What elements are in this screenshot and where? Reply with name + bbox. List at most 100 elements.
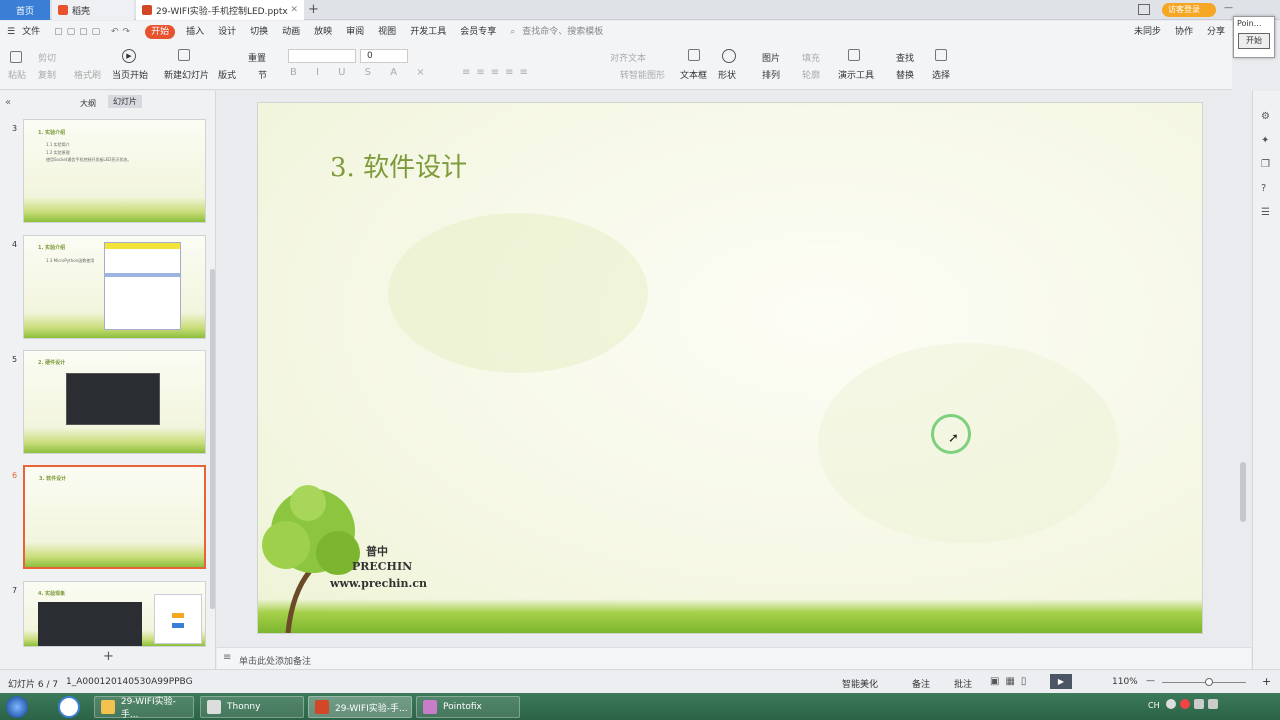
minimize-button[interactable]: — [1224,3,1233,13]
menu-insert[interactable]: 插入 [179,21,211,43]
input-language[interactable]: CH [1148,701,1160,710]
zoom-level[interactable]: 110% [1112,677,1138,687]
play-from-current-button[interactable]: 当页开始 [112,68,148,81]
align-text-button[interactable]: 对齐文本 [610,51,646,64]
slide-thumbnail[interactable]: 2. 硬件设计 [23,350,206,454]
copy-button[interactable]: 复制 [38,68,56,81]
tab-slides[interactable]: 幻灯片 [108,95,142,108]
format-painter-button[interactable]: 格式刷 [74,68,101,81]
notes-toggle-button[interactable]: 备注 [912,677,930,690]
tray-icon[interactable] [1166,699,1176,709]
new-slide-icon[interactable] [178,49,190,61]
font-size-select[interactable]: 0 [360,49,408,63]
slide-title[interactable]: 3. 软件设计 [330,147,467,184]
animation-icon[interactable]: ✦ [1261,135,1269,146]
add-slide-button[interactable]: + [103,649,114,664]
menu-slideshow[interactable]: 放映 [307,21,339,43]
find-button[interactable]: 查找 [896,51,914,64]
taskbar-thonny[interactable]: Thonny [200,696,304,718]
comments-button[interactable]: 批注 [954,677,972,690]
share-button[interactable]: 分享 [1200,21,1232,43]
slide-thumbnail-selected[interactable]: 3. 软件设计 [23,465,206,569]
cut-button[interactable]: 剪切 [38,51,56,64]
current-slide[interactable]: 3. 软件设计 普中 PRECHIN www.prechin.cn ➚ [257,102,1203,634]
picture-button[interactable]: 图片 [762,51,780,64]
presenter-tools-button[interactable]: 演示工具 [838,68,874,81]
properties-icon[interactable]: ⚙ [1261,111,1270,122]
slide-thumbnail[interactable]: 4. 实验现象 [23,581,206,647]
smart-graphic-button[interactable]: 转智能图形 [620,68,665,81]
tab-document[interactable]: 29-WIFI实验-手机控制LED.pptx ✕ [136,0,304,20]
search-icon[interactable]: ⌕ [503,21,522,43]
collapse-panel-icon[interactable]: « [5,97,11,108]
arrange-button[interactable]: 排列 [762,68,780,81]
network-icon[interactable] [1194,699,1204,709]
select-button[interactable]: 选择 [932,68,950,81]
zoom-out-button[interactable]: — [1146,676,1155,686]
taskbar-pointofix[interactable]: Pointofix [416,696,520,718]
help-icon[interactable]: ? [1261,183,1266,194]
close-tab-icon[interactable]: ✕ [290,5,298,15]
taskbar-wps[interactable]: 29-WIFI实验-手... [308,696,412,718]
tab-daoke[interactable]: 稻壳 [52,0,134,20]
layout-button[interactable]: 版式 [218,68,236,81]
menu-file[interactable]: 文件 [22,21,47,43]
font-style-buttons[interactable]: B I U S A × [290,67,433,78]
menu-member[interactable]: 会员专享 [453,21,503,43]
slideshow-play-button[interactable]: ▶ [1050,674,1072,689]
menu-view[interactable]: 视图 [371,21,403,43]
tab-home[interactable]: 首页 [0,0,50,20]
zoom-slider[interactable] [1162,682,1246,683]
textbox-icon[interactable] [688,49,700,61]
add-tab-button[interactable]: + [308,2,319,17]
menu-design[interactable]: 设计 [211,21,243,43]
section-button[interactable]: 节 [258,68,267,81]
text-box-button[interactable]: 文本框 [680,68,707,81]
font-name-select[interactable] [288,49,356,63]
guest-login-button[interactable]: 访客登录 [1162,3,1216,17]
paste-icon[interactable] [10,51,22,63]
sync-status[interactable]: 未同步 [1127,21,1168,43]
hamburger-icon[interactable]: ☰ [0,21,22,43]
collab-button[interactable]: 协作 [1168,21,1200,43]
play-icon[interactable]: ▶ [122,49,136,63]
settings-icon[interactable]: ☰ [1261,207,1270,218]
menu-transition[interactable]: 切换 [243,21,275,43]
slide-thumbnail[interactable]: 1. 实验介绍 1.1 实验简介 1.2 实验原理 使用Socket通信手机控制… [23,119,206,223]
command-search[interactable]: 查找命令、搜索模板 [522,21,610,43]
volume-icon[interactable] [1208,699,1218,709]
tray-icon[interactable] [1180,699,1190,709]
menu-home[interactable]: 开始 [145,25,176,39]
slide-thumbnail[interactable]: 1. 实验介绍 1.3 MicroPython函数使用 [23,235,206,339]
outline-button[interactable]: 轮廓 [802,68,820,81]
shape-icon[interactable] [722,49,736,63]
menu-developer[interactable]: 开发工具 [403,21,453,43]
paste-button[interactable]: 粘贴 [8,68,26,81]
layout-icon[interactable] [1138,4,1150,15]
pointofix-start-button[interactable]: 开始 [1238,33,1270,49]
menu-review[interactable]: 审阅 [339,21,371,43]
taskbar-folder[interactable]: 29-WIFI实验-手... [94,696,194,720]
notes-area[interactable]: ≡ 单击此处添加备注 [217,647,1251,669]
panel-scrollbar[interactable] [210,269,215,609]
canvas-scrollbar[interactable] [1240,100,1248,640]
windows-start-button[interactable] [6,696,28,718]
presenter-tools-icon[interactable] [848,49,860,61]
tab-outline[interactable]: 大纲 [80,98,96,109]
menu-animation[interactable]: 动画 [275,21,307,43]
smart-beautify-button[interactable]: 智能美化 [842,677,878,690]
replace-button[interactable]: 替换 [896,68,914,81]
zoom-slider-thumb[interactable] [1205,678,1213,686]
fill-button[interactable]: 填充 [802,51,820,64]
view-mode-buttons[interactable]: ▣▦▯ [990,676,1032,687]
browser-icon[interactable] [58,696,80,718]
quick-access-icons[interactable]: ▢▢▢▢ ↶↷ [47,21,141,43]
shape-button[interactable]: 形状 [718,68,736,81]
zoom-in-button[interactable]: + [1262,675,1271,688]
notes-placeholder[interactable]: 单击此处添加备注 [239,654,311,667]
new-slide-button[interactable]: 新建幻灯片 [164,68,209,81]
reset-button[interactable]: 重置 [248,51,266,64]
select-icon[interactable] [935,49,947,61]
copy-panel-icon[interactable]: ❐ [1261,159,1270,170]
paragraph-align-buttons[interactable]: ≡≡≡≡≡ [462,67,534,78]
